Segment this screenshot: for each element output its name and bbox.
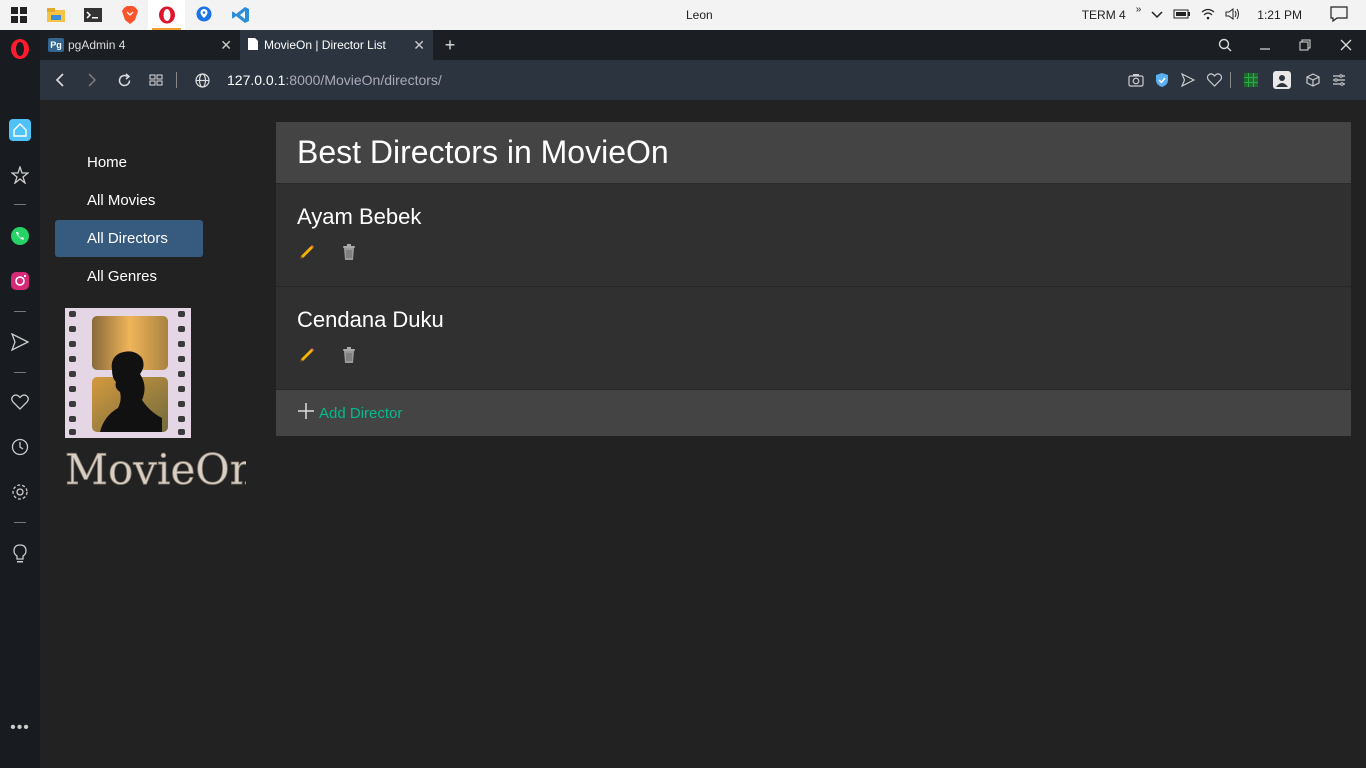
notifications-icon[interactable]: [1330, 5, 1348, 25]
nav-home[interactable]: Home: [55, 144, 203, 181]
nav-all-directors[interactable]: All Directors: [55, 220, 203, 257]
add-director-label: Add Director: [319, 404, 403, 422]
home-icon[interactable]: [9, 119, 31, 141]
network-label: TERM 4: [1081, 8, 1126, 22]
restore-icon[interactable]: [1285, 30, 1325, 60]
pgadmin-icon: Pg: [48, 38, 64, 52]
volume-icon[interactable]: [1225, 7, 1241, 23]
windows-start-icon[interactable]: [0, 0, 37, 30]
nav-all-movies[interactable]: All Movies: [55, 182, 203, 219]
tab-strip: Pg pgAdmin 4 ✕ MovieOn | Director List ✕…: [40, 30, 1366, 60]
tab-title: pgAdmin 4: [68, 38, 126, 52]
sidebar-divider: [14, 372, 26, 373]
tabs-grid-icon[interactable]: [146, 70, 166, 90]
close-tab-icon[interactable]: ✕: [413, 37, 425, 54]
close-window-icon[interactable]: [1326, 30, 1366, 60]
svg-text:MovieOn: MovieOn: [65, 445, 246, 488]
movieon-logo: MovieOn: [64, 308, 257, 494]
tab-pgadmin[interactable]: Pg pgAdmin 4 ✕: [40, 30, 240, 60]
system-tray: TERM 4 » 1:21 PM: [1082, 0, 1366, 30]
site-nav: Home All Movies All Directors All Genres: [55, 144, 203, 296]
plus-icon: [297, 402, 315, 425]
sidebar-divider: [14, 204, 26, 205]
director-actions: [297, 244, 1330, 266]
instagram-icon[interactable]: [9, 270, 31, 292]
opera-icon[interactable]: [148, 0, 185, 30]
director-name[interactable]: Cendana Duku: [297, 307, 1330, 333]
terminal-icon[interactable]: [74, 0, 111, 30]
add-director-button[interactable]: Add Director: [276, 390, 1351, 436]
director-card: Cendana Duku: [276, 287, 1351, 390]
edit-pencil-icon[interactable]: [299, 347, 315, 369]
toolbar-divider: [1230, 72, 1231, 88]
whatsapp-icon[interactable]: [9, 225, 31, 247]
director-card: Ayam Bebek: [276, 184, 1351, 287]
more-icon[interactable]: •••: [9, 717, 31, 739]
overflow-chevron-icon[interactable]: »: [1136, 4, 1142, 15]
send-icon[interactable]: [9, 331, 31, 353]
window-title: Leon: [686, 8, 713, 22]
close-tab-icon[interactable]: ✕: [220, 37, 232, 54]
profile-icon[interactable]: [1273, 71, 1291, 89]
minimize-icon[interactable]: [1245, 30, 1285, 60]
extension-grid-icon[interactable]: [1242, 71, 1260, 89]
file-explorer-icon[interactable]: [37, 0, 74, 30]
settings-icon[interactable]: [9, 481, 31, 503]
heart-icon[interactable]: [9, 391, 31, 413]
tray-expand-icon[interactable]: [1151, 8, 1163, 22]
url-host: 127.0.0.1: [227, 72, 286, 88]
sidebar-divider: [14, 311, 26, 312]
delete-trash-icon[interactable]: [341, 244, 357, 266]
page-icon: [248, 37, 258, 53]
sidebar-divider: [14, 522, 26, 523]
page-header: Best Directors in MovieOn: [276, 122, 1351, 184]
address-bar: 127.0.0.1:8000/MovieOn/directors/: [40, 60, 1366, 100]
opera-sidebar: •••: [0, 30, 40, 768]
vscode-icon[interactable]: [222, 0, 259, 30]
send-page-icon[interactable]: [1179, 71, 1197, 89]
new-tab-icon[interactable]: +: [430, 30, 470, 60]
director-actions: [297, 347, 1330, 369]
edit-pencil-icon[interactable]: [299, 244, 315, 266]
tab-title: MovieOn | Director List: [264, 38, 386, 52]
globe-icon[interactable]: [192, 70, 212, 90]
page-title: Best Directors in MovieOn: [297, 134, 669, 170]
main-content: Best Directors in MovieOn Ayam Bebek Cen…: [276, 122, 1351, 436]
back-icon[interactable]: [50, 70, 70, 90]
battery-icon[interactable]: [1173, 8, 1191, 22]
easy-setup-icon[interactable]: [1330, 71, 1348, 89]
page-body: Home All Movies All Directors All Genres: [40, 100, 1366, 768]
brave-icon[interactable]: [111, 0, 148, 30]
snapshot-icon[interactable]: [1127, 71, 1145, 89]
url-field[interactable]: 127.0.0.1:8000/MovieOn/directors/: [227, 72, 442, 88]
star-icon[interactable]: [9, 164, 31, 186]
history-icon[interactable]: [9, 436, 31, 458]
lightbulb-icon[interactable]: [9, 543, 31, 565]
wifi-icon[interactable]: [1201, 8, 1215, 23]
windows-taskbar: Leon TERM 4 » 1:21 PM: [0, 0, 1366, 30]
extensions-cube-icon[interactable]: [1304, 71, 1322, 89]
clock[interactable]: 1:21 PM: [1257, 8, 1302, 22]
director-name[interactable]: Ayam Bebek: [297, 204, 1330, 230]
url-path: :8000/MovieOn/directors/: [285, 72, 442, 88]
nav-all-genres[interactable]: All Genres: [55, 258, 203, 295]
forward-icon[interactable]: [82, 70, 102, 90]
maps-icon[interactable]: [185, 0, 222, 30]
toolbar-divider: [176, 72, 177, 88]
tab-director-list[interactable]: MovieOn | Director List ✕: [240, 30, 433, 60]
search-tabs-icon[interactable]: [1205, 30, 1245, 60]
reload-icon[interactable]: [114, 70, 134, 90]
bookmark-heart-icon[interactable]: [1205, 71, 1223, 89]
delete-trash-icon[interactable]: [341, 347, 357, 369]
vpn-shield-icon[interactable]: [1153, 71, 1171, 89]
opera-menu-icon[interactable]: [9, 38, 31, 60]
